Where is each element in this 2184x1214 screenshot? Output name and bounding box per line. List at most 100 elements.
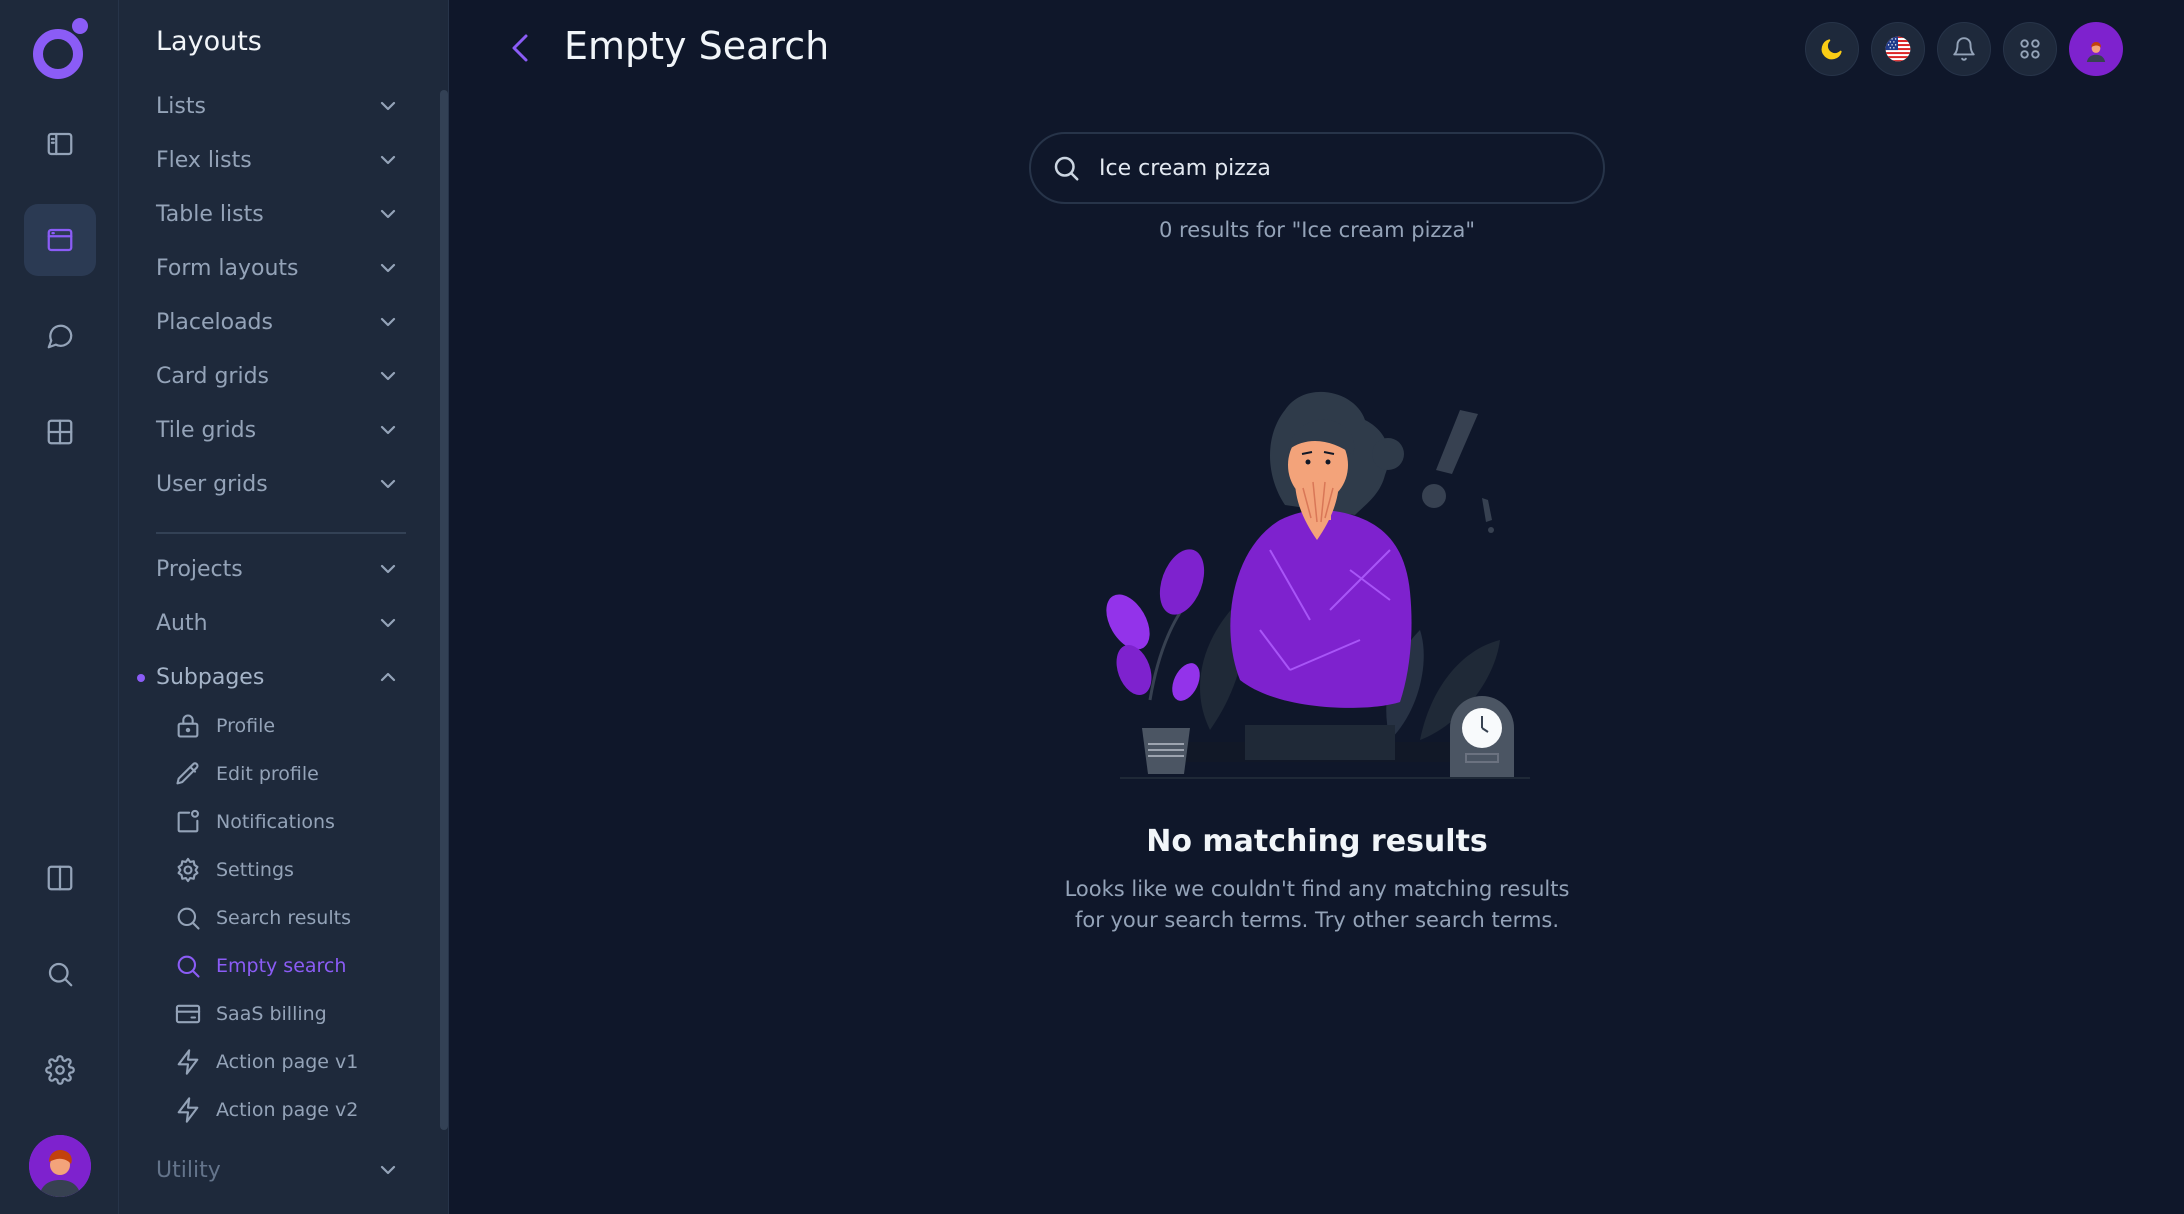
subpage-label: Action page v1 xyxy=(216,1051,359,1073)
search-icon xyxy=(177,955,200,978)
apps-button[interactable] xyxy=(2003,22,2057,76)
back-button[interactable] xyxy=(500,26,540,70)
search-icon[interactable] xyxy=(24,938,96,1010)
menu-label: Form layouts xyxy=(156,255,299,281)
pencil-icon xyxy=(176,762,199,785)
menu-form-layouts[interactable]: Form layouts xyxy=(156,248,406,288)
moon-icon xyxy=(1821,39,1842,60)
menu-utility[interactable]: Utility xyxy=(156,1150,406,1190)
columns-icon[interactable] xyxy=(24,842,96,914)
chevron-left-icon xyxy=(512,34,528,62)
layouts-icon[interactable] xyxy=(24,204,96,276)
subpage-label: Edit profile xyxy=(216,763,319,785)
us-flag-icon xyxy=(1885,36,1911,62)
chevron-down-icon xyxy=(380,371,396,381)
subpage-action-page-v2[interactable]: Action page v2 xyxy=(174,1092,414,1128)
bell-icon xyxy=(1953,37,1975,61)
sidebar-scrollbar[interactable] xyxy=(440,90,448,1130)
menu-label: User grids xyxy=(156,471,268,497)
notification-icon xyxy=(177,809,199,833)
active-group-dot xyxy=(137,674,145,682)
menu-user-grids[interactable]: User grids xyxy=(156,464,406,504)
chat-icon[interactable] xyxy=(24,300,96,372)
subpage-label: Search results xyxy=(216,907,351,929)
subpage-search-results[interactable]: Search results xyxy=(174,900,414,936)
chevron-down-icon xyxy=(380,317,396,327)
credit-card-icon xyxy=(175,1004,201,1024)
icon-rail xyxy=(0,0,119,1214)
menu-flex-lists[interactable]: Flex lists xyxy=(156,140,406,180)
lightning-icon xyxy=(177,1049,199,1075)
menu-lists[interactable]: Lists xyxy=(156,86,406,126)
subpage-label: Action page v2 xyxy=(216,1099,359,1121)
empty-state-title: No matching results xyxy=(1146,824,1488,859)
chevron-down-icon xyxy=(380,1165,396,1175)
notifications-button[interactable] xyxy=(1937,22,1991,76)
menu-subpages[interactable]: Subpages xyxy=(156,657,406,697)
search-field[interactable] xyxy=(1029,132,1605,204)
chevron-down-icon xyxy=(380,209,396,219)
menu-label: Projects xyxy=(156,556,243,582)
menu-label: Card grids xyxy=(156,363,270,389)
empty-search-illustration xyxy=(1106,391,1530,779)
page-title: Empty Search xyxy=(564,24,830,68)
menu-table-lists[interactable]: Table lists xyxy=(156,194,406,234)
subpage-edit-profile[interactable]: Edit profile xyxy=(174,756,414,792)
chevron-down-icon xyxy=(380,425,396,435)
empty-state-line-2: for your search terms. Try other search … xyxy=(1074,908,1560,932)
sidebar-toggle-icon[interactable] xyxy=(24,108,96,180)
chevron-down-icon xyxy=(380,155,396,165)
search-input[interactable] xyxy=(1099,155,1579,181)
sidebar: Layouts Lists Flex lists Table lists For… xyxy=(119,0,449,1214)
gear-icon xyxy=(177,857,199,883)
menu-label: Flex lists xyxy=(156,147,252,173)
chevron-up-icon xyxy=(380,672,396,682)
subpage-label: Profile xyxy=(216,715,276,737)
language-button[interactable] xyxy=(1871,22,1925,76)
sidebar-title: Layouts xyxy=(156,26,262,57)
chevron-down-icon xyxy=(380,263,396,273)
subpage-label: Notifications xyxy=(216,811,335,833)
app-logo[interactable] xyxy=(28,14,92,82)
theme-toggle-button[interactable] xyxy=(1805,22,1859,76)
chevron-down-icon xyxy=(380,564,396,574)
subpage-settings[interactable]: Settings xyxy=(174,852,414,888)
menu-tile-grids[interactable]: Tile grids xyxy=(156,410,406,450)
menu-divider xyxy=(156,532,406,534)
grid-icon[interactable] xyxy=(24,396,96,468)
empty-state-description: Looks like we couldn't find any matching… xyxy=(1017,874,1617,936)
menu-label: Lists xyxy=(156,93,206,119)
apps-grid-icon xyxy=(2020,39,2040,59)
subpage-empty-search[interactable]: Empty search xyxy=(174,948,414,984)
menu-label: Auth xyxy=(156,610,208,636)
search-icon xyxy=(177,907,200,930)
menu-placeloads[interactable]: Placeloads xyxy=(156,302,406,342)
result-count: 0 results for "Ice cream pizza" xyxy=(1159,218,1475,242)
subpage-action-page-v1[interactable]: Action page v1 xyxy=(174,1044,414,1080)
app-root: Layouts Lists Flex lists Table lists For… xyxy=(0,0,2184,1214)
menu-label: Placeloads xyxy=(156,309,273,335)
lock-icon xyxy=(177,714,199,738)
menu-projects[interactable]: Projects xyxy=(156,549,406,589)
avatar xyxy=(2086,41,2106,62)
subpage-notifications[interactable]: Notifications xyxy=(174,804,414,840)
menu-label: Subpages xyxy=(156,664,265,690)
profile-avatar-button[interactable] xyxy=(2069,22,2123,76)
subpage-label: Empty search xyxy=(216,955,347,977)
subpage-profile[interactable]: Profile xyxy=(174,708,414,744)
menu-label: Table lists xyxy=(156,201,264,227)
empty-state-line-1: Looks like we couldn't find any matching… xyxy=(1064,877,1570,901)
subpage-label: SaaS billing xyxy=(216,1003,327,1025)
menu-label: Tile grids xyxy=(156,417,257,443)
chevron-down-icon xyxy=(380,479,396,489)
menu-label: Utility xyxy=(156,1157,221,1183)
gear-icon[interactable] xyxy=(24,1034,96,1106)
menu-auth[interactable]: Auth xyxy=(156,603,406,643)
search-icon xyxy=(1054,156,1079,181)
chevron-down-icon xyxy=(380,618,396,628)
menu-card-grids[interactable]: Card grids xyxy=(156,356,406,396)
subpage-saas-billing[interactable]: SaaS billing xyxy=(174,996,414,1032)
user-avatar[interactable] xyxy=(29,1135,91,1197)
chevron-down-icon xyxy=(380,101,396,111)
subpage-label: Settings xyxy=(216,859,294,881)
